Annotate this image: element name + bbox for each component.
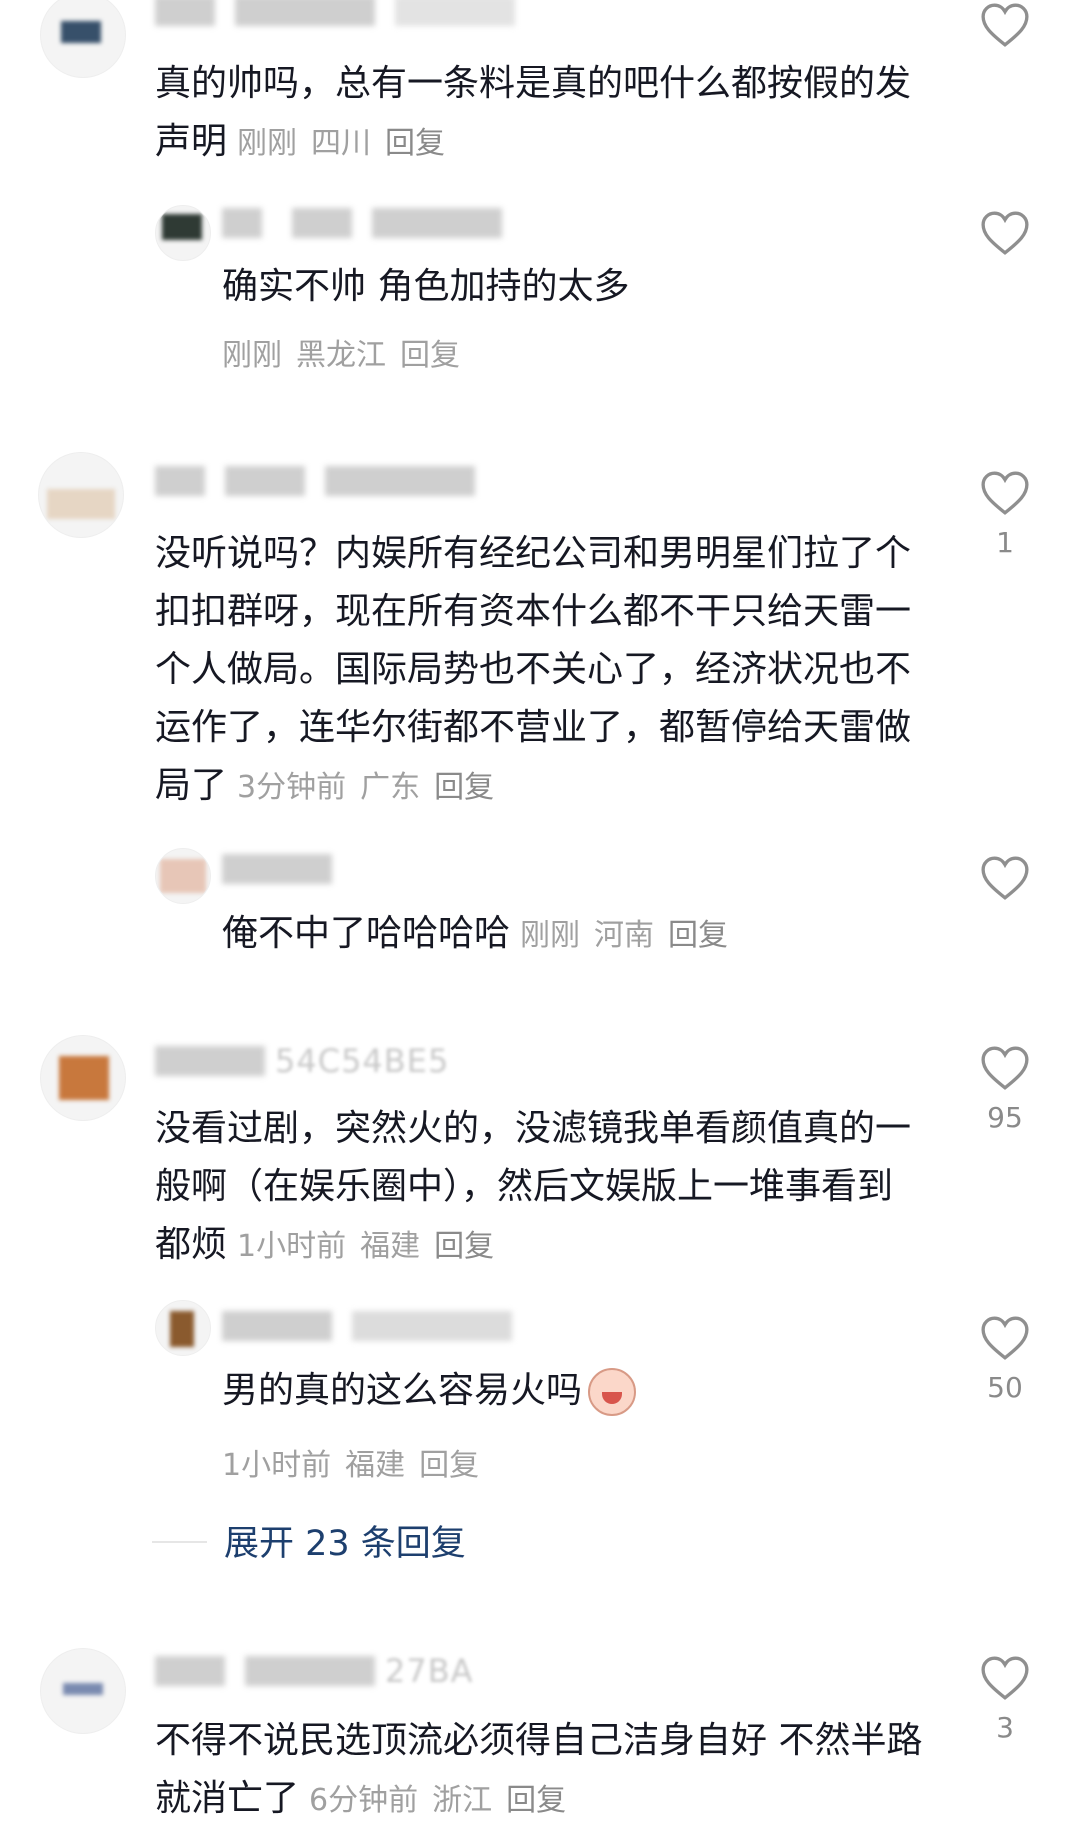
like-button[interactable]: 1 <box>975 470 1035 559</box>
reply-button[interactable]: 回复 <box>434 770 494 805</box>
comment-text: 真的帅吗，总有一条料是真的吧什么都按假的发声明 刚刚 四川 回复 <box>155 63 912 162</box>
heart-icon <box>981 1316 1029 1360</box>
reply-button[interactable]: 回复 <box>385 126 445 161</box>
comment-meta: 1小时前 福建 回复 <box>237 1229 495 1264</box>
reply-button[interactable]: 回复 <box>434 1229 494 1264</box>
laughing-sticker-icon <box>588 1368 637 1416</box>
avatar[interactable] <box>155 1300 211 1356</box>
comment-text: 没看过剧，突然火的，没滤镜我单看颜值真的一般啊（在娱乐圈中），然后文娱版上一堆事… <box>155 1108 912 1265</box>
like-count: 3 <box>996 1711 1014 1744</box>
heart-icon <box>981 856 1029 900</box>
comment-text: 男的真的这么容易火吗 <box>222 1362 942 1420</box>
like-count: 1 <box>996 526 1014 559</box>
comment-meta: 刚刚 黑龙江 回复 <box>222 338 460 373</box>
reply-button[interactable]: 回复 <box>400 338 460 373</box>
reply-button[interactable]: 回复 <box>419 1448 479 1483</box>
like-button[interactable] <box>975 2 1035 58</box>
reply-button[interactable]: 回复 <box>668 918 728 953</box>
comment-meta: 刚刚 河南 回复 <box>520 918 729 953</box>
divider <box>152 1541 207 1543</box>
like-button[interactable]: 50 <box>975 1315 1035 1404</box>
avatar[interactable] <box>38 452 124 538</box>
comment-text: 俺不中了哈哈哈哈 刚刚 河南 回复 <box>222 905 942 965</box>
comment-text: 没听说吗？内娱所有经纪公司和男明星们拉了个扣扣群呀，现在所有资本什么都不干只给天… <box>155 533 912 806</box>
comment-text: 确实不帅 角色加持的太多 <box>222 266 630 307</box>
reply-button[interactable]: 回复 <box>506 1783 566 1818</box>
heart-icon <box>981 3 1029 47</box>
comment-meta: 6分钟前 浙江 回复 <box>309 1783 567 1818</box>
avatar[interactable] <box>40 1648 126 1734</box>
heart-icon <box>981 211 1029 255</box>
like-button[interactable]: 3 <box>975 1655 1035 1744</box>
comment-meta: 刚刚 四川 回复 <box>237 126 446 161</box>
comment-meta: 3分钟前 广东 回复 <box>237 770 495 805</box>
comment-meta: 1小时前 福建 回复 <box>222 1448 480 1483</box>
like-button[interactable] <box>975 210 1035 266</box>
comment-text: 不得不说民选顶流必须得自己洁身自好 不然半路就消亡了 6分钟前 浙江 回复 <box>155 1720 923 1819</box>
avatar[interactable] <box>40 1035 126 1121</box>
heart-icon <box>981 1656 1029 1700</box>
heart-icon <box>981 1046 1029 1090</box>
avatar[interactable] <box>40 0 126 78</box>
like-button[interactable]: 95 <box>975 1045 1035 1134</box>
like-button[interactable] <box>975 855 1035 911</box>
like-count: 95 <box>987 1101 1023 1134</box>
expand-replies-label[interactable]: 展开 23 条回复 <box>224 1515 466 1566</box>
heart-icon <box>981 471 1029 515</box>
avatar[interactable] <box>155 205 211 261</box>
avatar[interactable] <box>155 848 211 904</box>
like-count: 50 <box>987 1371 1023 1404</box>
